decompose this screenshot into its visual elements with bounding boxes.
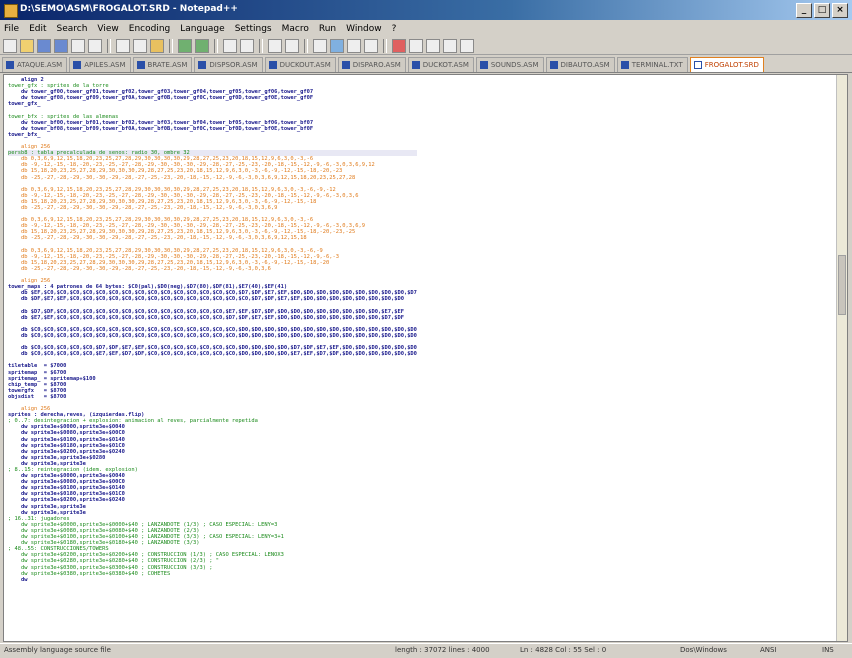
file-icon [73, 61, 82, 69]
file-icon [693, 61, 702, 69]
replace-icon[interactable] [240, 38, 254, 53]
zoom-in-icon[interactable] [268, 38, 282, 53]
status-mode: INS [822, 646, 834, 654]
code-line: db $C0,$C0,$C0,$C0,$C0,$E7,$EF,$D7,$DF,$… [8, 351, 417, 358]
menu-settings[interactable]: Settings [235, 24, 272, 34]
tab-label: TERMINAL.TXT [631, 61, 683, 69]
menu-window[interactable]: Window [346, 24, 382, 34]
tab-label: DUCKOT.ASM [422, 61, 469, 69]
tab-label: FROGALOT.SRD [704, 61, 759, 69]
tab-label: DUCKOUT.ASM [279, 61, 331, 69]
tab-label: DISPSOR.ASM [209, 61, 258, 69]
code-line: dw [8, 576, 28, 583]
code-line: db $E7,$EF,$C0,$C0,$C0,$C0,$C0,$C0,$C0,$… [8, 314, 404, 321]
run-macro-icon[interactable] [443, 38, 457, 53]
menu-view[interactable]: View [97, 24, 118, 34]
tab-dispsor[interactable]: DISPSOR.ASM [194, 57, 263, 72]
redo-icon[interactable] [195, 38, 209, 53]
minimize-button[interactable]: _ [796, 3, 812, 18]
status-length: length : 37072 lines : 4000 [395, 646, 490, 654]
zoom-out-icon[interactable] [285, 38, 299, 53]
tab-frogalot[interactable]: FROGALOT.SRD [689, 57, 764, 72]
show-all-chars-icon[interactable] [347, 38, 361, 53]
notepad-window: D:\SEMO\ASM\FROGALOT.SRD - Notepad++ _ □… [0, 0, 852, 657]
save-macro-icon[interactable] [460, 38, 474, 53]
print-icon[interactable] [88, 38, 102, 53]
code-editor[interactable]: align 2 tower_gfx : sprites de la torre d… [3, 74, 848, 642]
find-icon[interactable] [223, 38, 237, 53]
code-line: db $C0,$C0,$C0,$C0,$C0,$C0,$C0,$C0,$C0,$… [8, 332, 417, 339]
word-wrap-icon[interactable] [330, 38, 344, 53]
tab-label: APILES.ASM [84, 61, 126, 69]
file-icon [198, 61, 207, 69]
close-button[interactable]: × [832, 3, 848, 18]
menu-macro[interactable]: Macro [282, 24, 309, 34]
menu-search[interactable]: Search [57, 24, 88, 34]
code-line: db $D7,$DF,$C0,$C0,$C0,$C0,$C0,$C0,$C0,$… [8, 308, 404, 315]
stop-macro-icon[interactable] [409, 38, 423, 53]
tab-sounds[interactable]: SOUNDS.ASM [475, 57, 544, 72]
title-bar: D:\SEMO\ASM\FROGALOT.SRD - Notepad++ _ □… [0, 0, 852, 20]
code-area[interactable]: align 2 tower_gfx : sprites de la torre d… [8, 77, 417, 583]
menu-edit[interactable]: Edit [29, 24, 46, 34]
menu-bar: File Edit Search View Encoding Language … [0, 21, 852, 36]
code-line: db -9,-12,-15,-18,-20,-23,-25,-27,-28,-2… [8, 192, 359, 199]
tab-duckot[interactable]: DUCKOT.ASM [407, 57, 474, 72]
status-language: Assembly language source file [4, 646, 111, 654]
maximize-button[interactable]: □ [814, 3, 830, 18]
record-macro-icon[interactable] [392, 38, 406, 53]
paste-icon[interactable] [150, 38, 164, 53]
tab-terminal[interactable]: TERMINAL.TXT [616, 57, 688, 72]
file-icon [136, 61, 145, 69]
status-eol: Dos\Windows [680, 646, 727, 654]
file-icon [268, 61, 277, 69]
file-icon [479, 61, 488, 69]
file-icon [620, 61, 629, 69]
tab-ataque[interactable]: ATAQUE.ASM [2, 57, 68, 72]
sync-scroll-icon[interactable] [313, 38, 327, 53]
save-icon[interactable] [37, 38, 51, 53]
new-file-icon[interactable] [3, 38, 17, 53]
file-icon [341, 61, 350, 69]
menu-run[interactable]: Run [319, 24, 336, 34]
scrollbar-thumb[interactable] [838, 255, 846, 315]
document-tabs: ATAQUE.ASM APILES.ASM BRATE.ASM DISPSOR.… [0, 57, 852, 73]
menu-language[interactable]: Language [180, 24, 224, 34]
tab-apiles[interactable]: APILES.ASM [69, 57, 131, 72]
tab-label: SOUNDS.ASM [490, 61, 539, 69]
undo-icon[interactable] [178, 38, 192, 53]
status-bar: Assembly language source file length : 3… [0, 643, 852, 658]
play-macro-icon[interactable] [426, 38, 440, 53]
save-all-icon[interactable] [54, 38, 68, 53]
menu-file[interactable]: File [4, 24, 19, 34]
tab-duckout[interactable]: DUCKOUT.ASM [264, 57, 336, 72]
vertical-scrollbar[interactable] [836, 75, 847, 641]
menu-help[interactable]: ? [392, 24, 397, 34]
cut-icon[interactable] [116, 38, 130, 53]
open-file-icon[interactable] [20, 38, 34, 53]
close-file-icon[interactable] [71, 38, 85, 53]
tab-label: ATAQUE.ASM [17, 61, 63, 69]
tab-label: DIBAUTO.ASM [560, 61, 610, 69]
file-icon [6, 61, 14, 69]
window-title: D:\SEMO\ASM\FROGALOT.SRD - Notepad++ [20, 4, 238, 14]
file-icon [411, 61, 420, 69]
tab-dibauto[interactable]: DIBAUTO.ASM [545, 57, 615, 72]
status-position: Ln : 4828 Col : 55 Sel : 0 [520, 646, 607, 654]
status-encoding: ANSI [760, 646, 777, 654]
tab-disparo[interactable]: DISPARO.ASM [337, 57, 406, 72]
tab-brate[interactable]: BRATE.ASM [132, 57, 193, 72]
toolbar [0, 37, 852, 55]
code-line: db $DF,$E7,$EF,$C0,$C0,$C0,$C0,$C0,$C0,$… [8, 296, 404, 303]
tab-label: BRATE.ASM [147, 61, 188, 69]
copy-icon[interactable] [133, 38, 147, 53]
tab-label: DISPARO.ASM [352, 61, 401, 69]
indent-guide-icon[interactable] [364, 38, 378, 53]
app-icon [4, 4, 18, 18]
menu-encoding[interactable]: Encoding [129, 24, 170, 34]
file-icon [549, 61, 558, 69]
